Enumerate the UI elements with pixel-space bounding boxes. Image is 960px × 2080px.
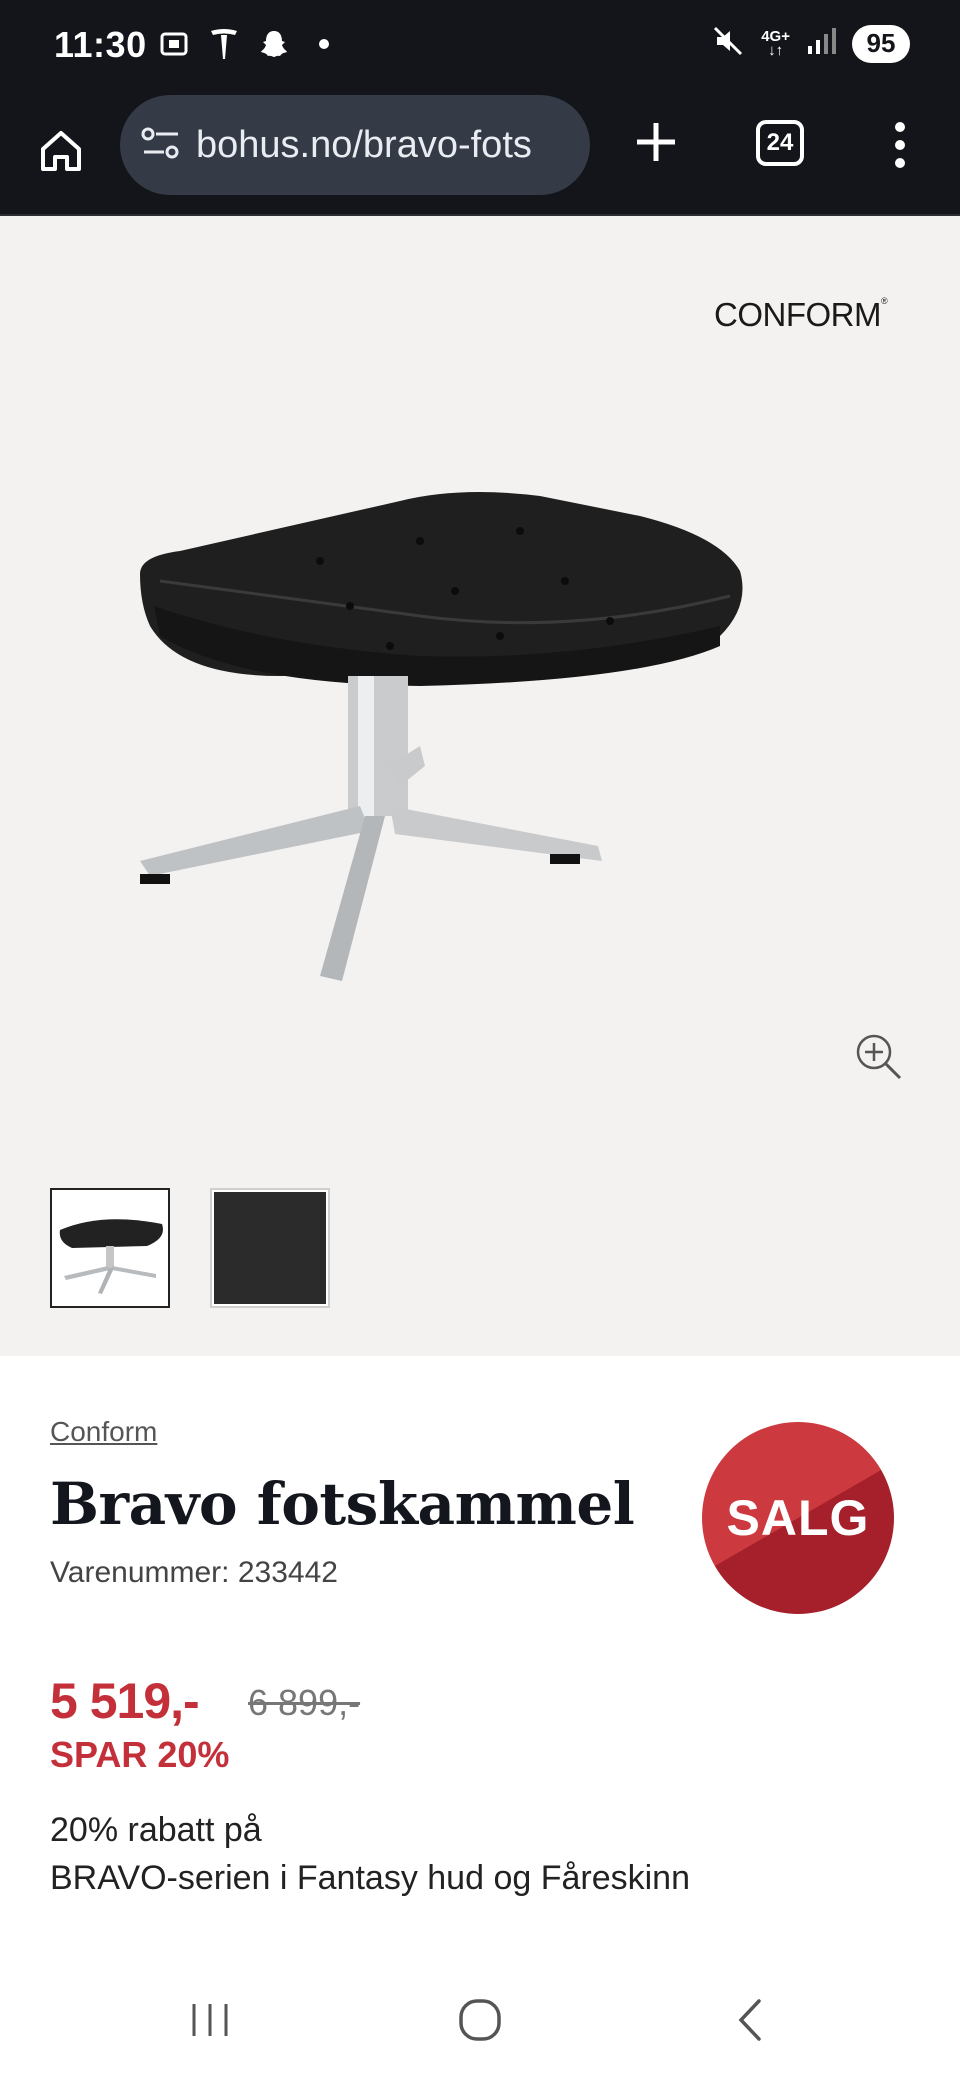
dot-icon [306,26,342,62]
signal-icon [806,26,836,61]
tab-switcher-button[interactable]: 24 [756,120,804,166]
brand-link[interactable]: Conform [50,1416,157,1448]
back-button[interactable] [720,1990,780,2050]
browser-menu-button[interactable] [880,110,920,180]
back-chevron-icon [738,1999,761,2041]
product-sku: Varenummer: 233442 [50,1556,338,1589]
promo-line-1: 20% rabatt på [50,1811,262,1849]
home-icon [41,131,81,171]
product-image[interactable] [120,346,840,1066]
discount-label: SPAR 20% [50,1734,230,1775]
current-price: 5 519,- [50,1673,200,1729]
product-title: Bravo fotskammel [50,1470,635,1538]
tesla-icon [206,26,242,62]
battery-indicator: 95 [852,24,910,63]
thumbnail-swatch[interactable] [210,1188,330,1308]
more-vertical-icon [895,122,905,168]
product-gallery: CONFORM® [0,216,960,1356]
home-button[interactable] [30,120,92,182]
zoom-in-icon[interactable] [854,1032,904,1082]
home-circle-icon [459,1999,501,2041]
leather-swatch [214,1192,326,1304]
system-icons: 4G+ ↓↑ 95 [711,24,910,63]
sale-badge: SALG [702,1422,894,1614]
snapchat-icon [256,26,292,62]
notification-icons [156,26,342,62]
status-time: 11:30 [54,24,147,65]
address-bar[interactable]: bohus.no/bravo-fots [120,95,590,195]
thumbnail-product[interactable] [50,1188,170,1308]
brand-logo: CONFORM® [714,296,888,333]
new-tab-button[interactable] [626,112,686,172]
mute-icon [711,24,745,63]
plus-icon [637,123,675,161]
promo-line-2: BRAVO-serien i Fantasy hud og Fåreskinn [50,1859,690,1897]
recent-apps-icon [192,2004,228,2036]
original-price: 6 899,- [248,1682,361,1723]
screenshot-icon [156,26,192,62]
browser-toolbar: bohus.no/bravo-fots 24 [0,90,960,216]
recent-apps-button[interactable] [180,1990,240,2050]
status-bar: 11:30 4G+ ↓↑ 95 [0,0,960,90]
home-nav-button[interactable] [450,1990,510,2050]
system-nav-bar [0,1960,960,2080]
network-label: 4G+ ↓↑ [761,27,790,59]
site-settings-icon[interactable] [140,125,182,166]
url-text: bohus.no/bravo-fots [196,123,532,166]
promo-text: 20% rabatt på BRAVO-serien i Fantasy hud… [50,1806,690,1902]
